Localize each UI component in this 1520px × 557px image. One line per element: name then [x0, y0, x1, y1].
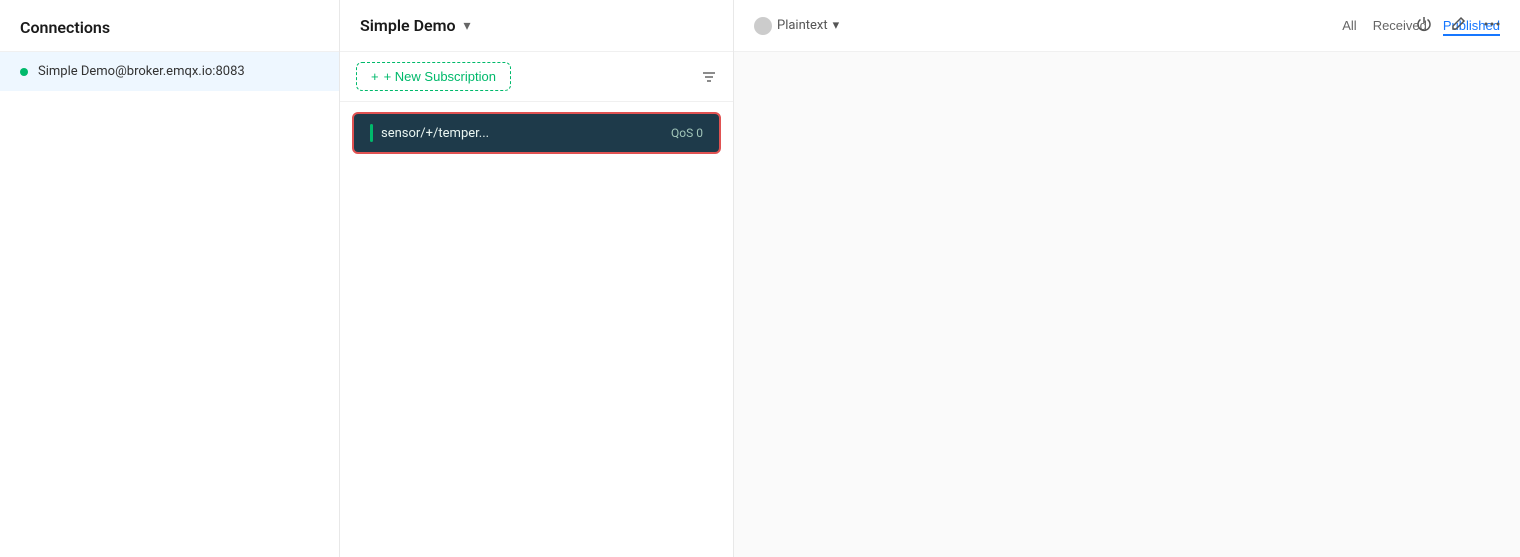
chevron-down-icon[interactable]: ▾: [464, 18, 471, 34]
edit-icon: [1450, 16, 1466, 32]
edit-button[interactable]: [1446, 12, 1470, 36]
subscriptions-toolbar: + + New Subscription: [340, 52, 733, 102]
subscription-qos: QoS 0: [671, 126, 703, 140]
format-circle-icon: [754, 17, 772, 35]
more-options-icon: [1484, 16, 1500, 32]
message-content-area: [734, 52, 1520, 557]
more-options-button[interactable]: [1480, 12, 1504, 36]
right-header: Plaintext ▾ All Received Published: [734, 0, 1520, 52]
filter-icon-button[interactable]: [701, 69, 717, 85]
power-icon: [1416, 16, 1432, 32]
main-title: Simple Demo: [360, 16, 456, 35]
power-button[interactable]: [1412, 12, 1436, 36]
new-subscription-label: + New Subscription: [384, 69, 496, 84]
format-chevron-icon: ▾: [833, 18, 840, 33]
topic-color-indicator: [370, 124, 373, 142]
format-selector[interactable]: Plaintext ▾: [754, 17, 839, 35]
main-panel: Simple Demo ▾ + + New Subscription senso: [340, 0, 734, 557]
subscription-item[interactable]: sensor/+/temper... QoS 0: [352, 112, 721, 154]
subscription-topic-container: sensor/+/temper...: [370, 124, 489, 142]
app-container: Connections Simple Demo@broker.emqx.io:8…: [0, 0, 1520, 557]
main-header: Simple Demo ▾: [340, 0, 733, 52]
sidebar-item-connection[interactable]: Simple Demo@broker.emqx.io:8083: [0, 52, 339, 91]
sidebar: Connections Simple Demo@broker.emqx.io:8…: [0, 0, 340, 557]
format-label: Plaintext: [777, 18, 828, 33]
tab-all[interactable]: All: [1342, 16, 1356, 35]
connection-status-dot: [20, 68, 28, 76]
connection-label: Simple Demo@broker.emqx.io:8083: [38, 64, 245, 79]
plus-icon: +: [371, 69, 379, 84]
top-right-actions: [1412, 12, 1504, 36]
right-panel: Plaintext ▾ All Received Published: [734, 0, 1520, 557]
new-subscription-button[interactable]: + + New Subscription: [356, 62, 511, 91]
topic-label: sensor/+/temper...: [381, 126, 489, 141]
filter-icon: [701, 69, 717, 85]
sidebar-title: Connections: [0, 0, 339, 52]
subscription-list: sensor/+/temper... QoS 0: [340, 102, 733, 557]
